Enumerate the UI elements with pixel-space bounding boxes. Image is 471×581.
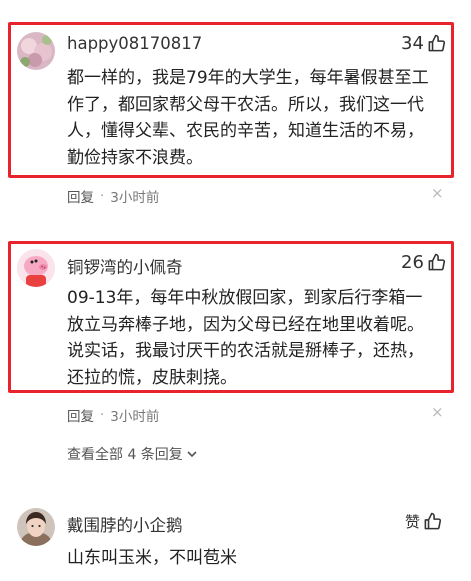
comment-line: 山东叫玉米，不叫苞米 (67, 548, 237, 568)
comment-line: 作了，都回家帮父母干农活。所以，我们这一代 (67, 94, 424, 115)
view-all-replies-label: 查看全部 4 条回复 (67, 447, 183, 463)
separator-dot: · (100, 407, 105, 423)
thumbs-up-icon (428, 253, 445, 271)
comment-line: 09-13年，每年中秋放假回家，到家后行李箱一 (67, 288, 423, 308)
thumbs-up-icon (428, 34, 445, 52)
comment-text: 09-13年，每年中秋放假回家，到家后行李箱一 放立马奔棒子地，因为父母已经在地… (67, 285, 424, 391)
comment-line: 人，懂得父辈、农民的辛苦，知道生活的不易， (67, 121, 424, 141)
thumbs-up-icon (424, 512, 442, 530)
close-icon[interactable]: × (431, 403, 444, 421)
like-count: 34 (401, 33, 424, 54)
comment-text: 都一样的，我是79年的大学生，每年暑假甚至工 作了，都回家帮父母干农活。所以，我… (67, 65, 429, 171)
chevron-down-icon (187, 451, 197, 458)
close-icon[interactable]: × (431, 184, 444, 202)
comment-meta: 回复 · 3小时前 (67, 186, 159, 206)
comment-line: 都一样的，我是79年的大学生，每年暑假甚至工 (67, 68, 429, 88)
timestamp: 3小时前 (110, 190, 160, 206)
comment-line: 勤俭持家不浪费。 (67, 147, 203, 168)
like-button[interactable]: 赞 (405, 511, 442, 532)
like-button[interactable]: 34 (401, 33, 446, 54)
view-all-replies-button[interactable]: 查看全部 4 条回复 (67, 444, 198, 464)
comment-line: 放立马奔棒子地，因为父母已经在地里收着呢。 (67, 314, 424, 335)
comment-line: 还拉的慌，皮肤刺挠。 (67, 367, 237, 388)
comment-text: 山东叫玉米，不叫苞米 (67, 545, 237, 572)
avatar[interactable] (17, 508, 55, 546)
like-label: 赞 (405, 513, 421, 531)
username[interactable]: 铜锣湾的小佩奇 (67, 254, 183, 278)
separator-dot: · (100, 188, 105, 204)
avatar[interactable] (17, 249, 55, 287)
like-count: 26 (401, 252, 424, 273)
reply-button[interactable]: 回复 (67, 405, 94, 425)
comment-line: 说实话，我最讨厌干的农活就是掰棒子，还热， (67, 341, 424, 361)
timestamp: 3小时前 (110, 409, 160, 425)
reply-button[interactable]: 回复 (67, 186, 94, 206)
username[interactable]: 戴围脖的小企鹅 (67, 512, 183, 536)
username[interactable]: happy08170817 (67, 34, 202, 53)
like-button[interactable]: 26 (401, 252, 446, 273)
avatar[interactable] (17, 32, 55, 70)
comment-meta: 回复 · 3小时前 (67, 405, 159, 425)
